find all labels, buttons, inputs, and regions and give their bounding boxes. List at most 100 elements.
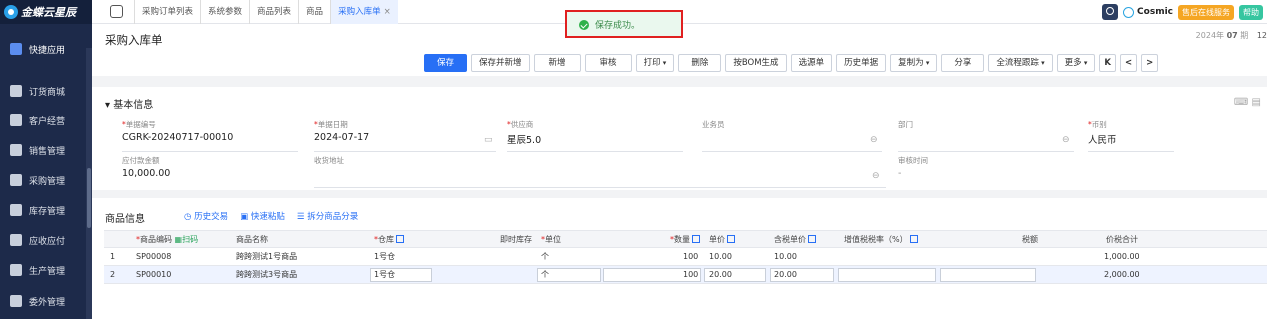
batch-edit-icon[interactable] bbox=[727, 235, 735, 243]
department-field[interactable]: 部门 ⊖ bbox=[898, 119, 1074, 152]
box-icon bbox=[10, 204, 22, 216]
print-button[interactable]: 打印 bbox=[635, 54, 675, 72]
customer-icon bbox=[10, 114, 22, 126]
scrollbar-thumb[interactable] bbox=[87, 168, 91, 228]
bom-generate-button[interactable]: 按BOM生成 bbox=[725, 54, 787, 72]
basic-info-section[interactable]: ▾ 基本信息 bbox=[105, 96, 153, 111]
prev-record-button[interactable]: < bbox=[1120, 54, 1138, 72]
cell-qty[interactable]: 100 bbox=[683, 266, 698, 284]
sidebar-item-outsource[interactable]: 委外管理 bbox=[0, 289, 92, 313]
cell-unit[interactable]: 个 bbox=[541, 248, 549, 266]
cell-total: 1,000.00 bbox=[1104, 252, 1140, 261]
cell-tax-price[interactable]: 20.00 bbox=[774, 266, 797, 284]
cosmic-button[interactable]: Cosmic bbox=[1123, 6, 1173, 18]
history-trade-link[interactable]: ◷ 历史交易 bbox=[184, 210, 228, 222]
help-button[interactable]: 帮助 bbox=[1239, 4, 1263, 20]
batch-edit-icon[interactable] bbox=[692, 235, 700, 243]
field-label: 收货地址 bbox=[314, 156, 344, 165]
sidebar-item-customer[interactable]: 客户经营 bbox=[0, 108, 92, 132]
cell-warehouse[interactable]: 1号仓 bbox=[374, 266, 395, 284]
supplier-field[interactable]: 供应商 星辰5.0 bbox=[507, 119, 683, 152]
calendar-icon[interactable]: ▭ bbox=[484, 135, 493, 145]
tax-input[interactable] bbox=[940, 268, 1036, 282]
col-label: 增值税税率（%） bbox=[844, 235, 908, 244]
more-icon[interactable]: ⊖ bbox=[1062, 135, 1070, 145]
batch-edit-icon[interactable] bbox=[808, 235, 816, 243]
delete-button[interactable]: 删除 bbox=[678, 54, 722, 72]
cell-warehouse[interactable]: 1号仓 bbox=[374, 248, 395, 266]
more-icon[interactable]: ⊖ bbox=[872, 171, 880, 181]
scan-button[interactable]: 扫码 bbox=[182, 235, 198, 244]
more-icon[interactable]: ⊖ bbox=[870, 135, 878, 145]
trace-button[interactable]: 全流程跟踪 bbox=[988, 54, 1053, 72]
currency-field[interactable]: 币别 人民币 bbox=[1088, 119, 1174, 152]
tab-purchase-receipt[interactable]: 采购入库单 × bbox=[330, 0, 398, 24]
period-indicator[interactable]: 2024年 07 期 12 bbox=[1196, 30, 1267, 41]
doc-number-field[interactable]: 单据编号 CGRK-20240717-00010 bbox=[122, 119, 298, 152]
sidebar-item-order-mall[interactable]: 订货商城 bbox=[0, 79, 92, 103]
sidebar-item-label: 快捷应用 bbox=[29, 45, 66, 56]
split-entry-link[interactable]: ☰ 拆分商品分录 bbox=[297, 210, 358, 222]
search-icon[interactable] bbox=[1102, 4, 1119, 20]
tab-product-list[interactable]: 商品列表 bbox=[249, 0, 298, 24]
app-logo[interactable]: 金蝶云星辰 bbox=[0, 0, 92, 24]
audit-button[interactable]: 审核 bbox=[584, 54, 632, 72]
col-name: 商品名称 bbox=[236, 235, 268, 244]
col-warehouse: 仓库 bbox=[374, 231, 404, 249]
period-month: 07 bbox=[1226, 31, 1238, 40]
cell-unit[interactable]: 个 bbox=[541, 266, 549, 284]
table-row[interactable]: 1 SP00008 跨跨测试1号商品 1号仓 个 100 10.00 10.00… bbox=[104, 248, 1267, 266]
grid-icon bbox=[10, 43, 22, 55]
sidebar-item-quick-apps[interactable]: 快捷应用 bbox=[0, 37, 92, 61]
col-label: 单价 bbox=[709, 235, 725, 244]
delivery-address-field[interactable]: 收货地址 ⊖ bbox=[314, 155, 886, 188]
more-button[interactable]: 更多 bbox=[1056, 54, 1096, 72]
audit-time-field: 审核时间 - bbox=[898, 155, 1074, 179]
batch-edit-icon[interactable] bbox=[909, 235, 918, 243]
cell-qty[interactable]: 100 bbox=[683, 248, 698, 266]
scan-icon[interactable]: ▦ bbox=[175, 235, 183, 244]
cell-total: 2,000.00 bbox=[1104, 270, 1140, 279]
quick-paste-link[interactable]: ▣ 快速粘贴 bbox=[240, 210, 285, 222]
tab-purchase-order-list[interactable]: 采购订单列表 bbox=[134, 0, 200, 24]
share-button[interactable]: 分享 bbox=[941, 54, 985, 72]
close-icon[interactable]: × bbox=[384, 7, 391, 17]
cell-price[interactable]: 20.00 bbox=[709, 266, 732, 284]
sidebar-item-purchase[interactable]: 采购管理 bbox=[0, 168, 92, 192]
clock-icon: ◷ bbox=[184, 212, 195, 222]
save-and-new-button[interactable]: 保存并新增 bbox=[471, 54, 530, 72]
field-label: 单据日期 bbox=[314, 119, 496, 130]
layout-icon[interactable]: ▤ bbox=[1252, 97, 1261, 108]
cell-tax-price[interactable]: 10.00 bbox=[774, 248, 797, 266]
sidebar-item-production[interactable]: 生产管理 bbox=[0, 258, 92, 282]
table-row[interactable]: 2 SP00010 跨跨测试3号商品 1号仓 个 100 20.00 20.00… bbox=[104, 266, 1267, 284]
tab-system-params[interactable]: 系统参数 bbox=[200, 0, 249, 24]
history-docs-button[interactable]: 历史单据 bbox=[836, 54, 887, 72]
tab-strip: 采购订单列表 系统参数 商品列表 商品 采购入库单 × bbox=[134, 0, 398, 24]
cart-icon bbox=[10, 174, 22, 186]
col-label: 含税单价 bbox=[774, 235, 806, 244]
salesman-field[interactable]: 业务员 ⊖ bbox=[702, 119, 882, 152]
batch-edit-icon[interactable] bbox=[396, 235, 404, 243]
sidebar-item-ar-ap[interactable]: 应收应付 bbox=[0, 228, 92, 252]
doc-date-field[interactable]: 单据日期 2024-07-17 ▭ bbox=[314, 119, 496, 152]
sidebar-item-inventory[interactable]: 库存管理 bbox=[0, 198, 92, 222]
after-sale-button[interactable]: 售后在线服务 bbox=[1178, 4, 1234, 20]
home-icon[interactable] bbox=[110, 5, 123, 18]
kingdee-logo-icon bbox=[4, 5, 18, 19]
select-source-button[interactable]: 选源单 bbox=[790, 54, 833, 72]
cell-code[interactable]: SP00010 bbox=[136, 266, 171, 284]
new-button[interactable]: 新增 bbox=[533, 54, 581, 72]
cell-code[interactable]: SP00008 bbox=[136, 248, 171, 266]
save-button[interactable]: 保存 bbox=[424, 54, 468, 72]
tax-rate-input[interactable] bbox=[838, 268, 936, 282]
next-record-button[interactable]: > bbox=[1141, 54, 1159, 72]
cell-price[interactable]: 10.00 bbox=[709, 248, 732, 266]
sidebar-item-sales[interactable]: 销售管理 bbox=[0, 138, 92, 162]
first-record-button[interactable]: K bbox=[1099, 54, 1116, 72]
keyboard-icon[interactable]: ⌨ bbox=[1234, 97, 1248, 108]
tab-product[interactable]: 商品 bbox=[298, 0, 330, 24]
field-value: 人民币 bbox=[1088, 135, 1117, 146]
copy-as-button[interactable]: 复制为 bbox=[890, 54, 938, 72]
goods-section-title: 商品信息 bbox=[105, 214, 145, 225]
